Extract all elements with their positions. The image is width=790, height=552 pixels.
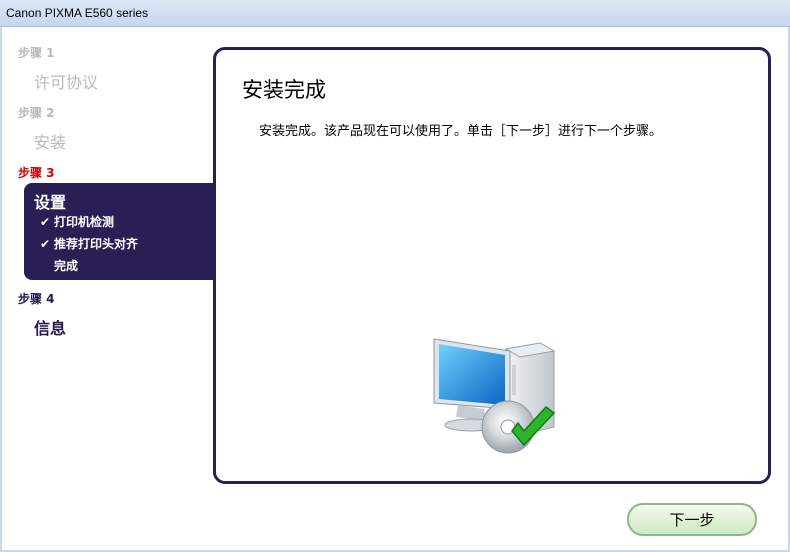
substep-label: 推荐打印头对齐 [54, 237, 139, 251]
computer-cd-check-icon [433, 338, 556, 454]
step-3-label: 步骤 3 [18, 166, 55, 180]
window-title: Canon PIXMA E560 series [6, 6, 149, 20]
substep-printer-detection: ✔ 打印机检测 [40, 213, 114, 230]
page-title: 安装完成 [242, 78, 326, 102]
current-step-box: 设置 ✔ 打印机检测 ✔ 推荐打印头对齐 完成 [24, 183, 216, 280]
content-panel: 安装完成 安装完成。该产品现在可以使用了。单击［下一步］进行下一个步骤。 [213, 47, 771, 484]
check-icon: ✔ [40, 237, 51, 251]
step-2-name: 安装 [34, 133, 67, 152]
step-2-label: 步骤 2 [18, 106, 55, 120]
substep-label: 完成 [54, 259, 79, 273]
completion-message: 安装完成。该产品现在可以使用了。单击［下一步］进行下一个步骤。 [259, 124, 663, 139]
step-1-name: 许可协议 [34, 73, 99, 92]
substep-label: 打印机检测 [54, 215, 115, 229]
step-3-name: 设置 [34, 193, 67, 212]
step-4-label: 步骤 4 [18, 292, 55, 306]
step-1-label: 步骤 1 [18, 46, 55, 60]
next-button[interactable]: 下一步 [627, 503, 757, 536]
window-frame-left [0, 27, 2, 552]
substep-complete: 完成 [40, 257, 78, 274]
step-4-name: 信息 [34, 319, 67, 338]
title-bar: Canon PIXMA E560 series [0, 0, 790, 27]
substep-head-alignment: ✔ 推荐打印头对齐 [40, 235, 138, 252]
check-icon: ✔ [40, 215, 51, 229]
next-button-label: 下一步 [669, 511, 715, 529]
